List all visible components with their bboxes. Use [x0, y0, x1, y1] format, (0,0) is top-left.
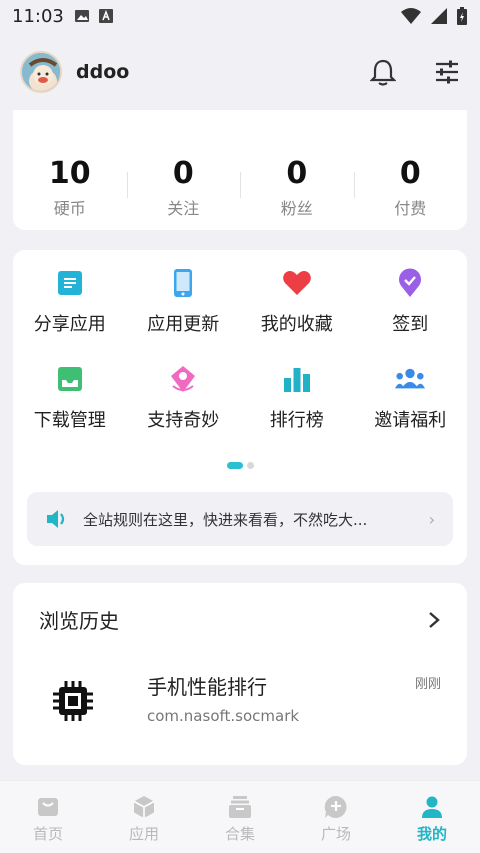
stat-label: 关注: [167, 199, 200, 218]
page-dot: [246, 462, 254, 469]
tab-label: 我的: [416, 825, 447, 843]
stat-value: 0: [399, 156, 421, 191]
tool-label: 分享应用: [33, 314, 106, 335]
stat-paid[interactable]: 0 付费: [353, 156, 468, 219]
checkin-badge-icon: [399, 268, 422, 297]
status-time: 11:03: [12, 5, 64, 27]
tool-label: 排行榜: [269, 410, 324, 431]
tool-label: 邀请福利: [374, 410, 447, 431]
tool-label: 下载管理: [33, 410, 106, 431]
tool-label: 支持奇妙: [147, 410, 220, 431]
tool-label: 应用更新: [147, 314, 220, 335]
history-title: 浏览历史: [39, 609, 119, 633]
notice-text: 全站规则在这里，快进来看看，不然吃大...: [83, 510, 368, 529]
tab-apps[interactable]: 应用: [96, 781, 192, 853]
invite-people-icon: [395, 368, 426, 389]
share-app-icon: [57, 271, 82, 295]
stat-following[interactable]: 0 关注: [126, 156, 241, 219]
gallery-notification-icon: [74, 10, 89, 22]
history-item[interactable]: 手机性能排行 com.nasoft.socmark 刚刚: [39, 671, 441, 731]
home-icon: [38, 798, 58, 816]
tab-home[interactable]: 首页: [0, 781, 96, 853]
stat-fans[interactable]: 0 粉丝: [240, 156, 354, 219]
stat-value: 0: [286, 156, 308, 191]
stat-value: 0: [172, 156, 194, 191]
keyboard-notification-icon: [98, 9, 113, 23]
stat-label: 粉丝: [280, 199, 313, 218]
support-tag-icon: [171, 366, 196, 392]
square-chat-icon: [324, 795, 347, 818]
download-tray-icon: [57, 367, 82, 391]
chevron-right-icon: ›: [428, 509, 435, 529]
settings-sliders-icon[interactable]: [434, 59, 460, 85]
profile-icon: [422, 796, 442, 818]
bell-icon[interactable]: [370, 58, 396, 86]
history-app-name: 手机性能排行: [147, 675, 267, 699]
history-card: 浏览历史 手机性能排行 com.nasoft.socmark 刚刚: [13, 583, 467, 765]
collection-box-icon: [229, 796, 251, 818]
avatar[interactable]: [20, 51, 62, 93]
tool-ranking[interactable]: 排行榜: [240, 364, 354, 432]
tool-label: 签到: [392, 314, 429, 335]
history-time: 刚刚: [414, 677, 441, 692]
stat-coins[interactable]: 10 硬币: [13, 156, 127, 219]
tool-app-update[interactable]: 应用更新: [127, 268, 241, 336]
avatar-image: [22, 53, 60, 91]
tool-label: 我的收藏: [260, 314, 333, 335]
chip-icon: [53, 681, 93, 721]
ranking-bars-icon: [283, 368, 310, 392]
tab-label: 应用: [128, 825, 159, 843]
chevron-right-icon[interactable]: [427, 610, 441, 630]
stat-label: 付费: [394, 199, 427, 218]
tool-checkin[interactable]: 签到: [354, 268, 468, 336]
tab-label: 广场: [320, 825, 351, 843]
tool-support[interactable]: 支持奇妙: [127, 364, 241, 432]
wifi-icon: [401, 8, 421, 24]
username[interactable]: ddoo: [76, 61, 129, 83]
status-bar: 11:03: [0, 0, 480, 32]
speaker-icon: [47, 510, 65, 528]
tools-card: 分享应用 应用更新 我的收藏 签到 下载管理 支持奇妙 排行榜 邀请福利 全站规…: [13, 250, 467, 565]
page-indicator[interactable]: [13, 462, 467, 469]
tool-invite[interactable]: 邀请福利: [354, 364, 468, 432]
tab-collections[interactable]: 合集: [192, 781, 288, 853]
tab-mine[interactable]: 我的: [384, 781, 480, 853]
page-dot-active: [226, 462, 243, 469]
stat-label: 硬币: [53, 199, 86, 218]
stat-value: 10: [48, 156, 91, 191]
phone-update-icon: [174, 269, 193, 297]
battery-charging-icon: [457, 7, 467, 25]
tool-download-manager[interactable]: 下载管理: [13, 364, 127, 432]
apps-cube-icon: [133, 796, 155, 818]
notice-bar[interactable]: 全站规则在这里，快进来看看，不然吃大... ›: [27, 492, 453, 546]
profile-header: ddoo: [0, 40, 480, 104]
heart-icon: [282, 271, 311, 295]
tool-share-app[interactable]: 分享应用: [13, 268, 127, 336]
tool-favorites[interactable]: 我的收藏: [240, 268, 354, 336]
tab-square[interactable]: 广场: [288, 781, 384, 853]
tab-label: 首页: [32, 825, 63, 843]
tab-label: 合集: [224, 825, 255, 843]
bottom-tab-bar: 首页 应用 合集 广场 我的: [0, 780, 480, 853]
history-app-package: com.nasoft.socmark: [147, 707, 300, 725]
signal-icon: [431, 8, 447, 24]
stats-card: 10 硬币 0 关注 0 粉丝 0 付费: [13, 110, 467, 230]
